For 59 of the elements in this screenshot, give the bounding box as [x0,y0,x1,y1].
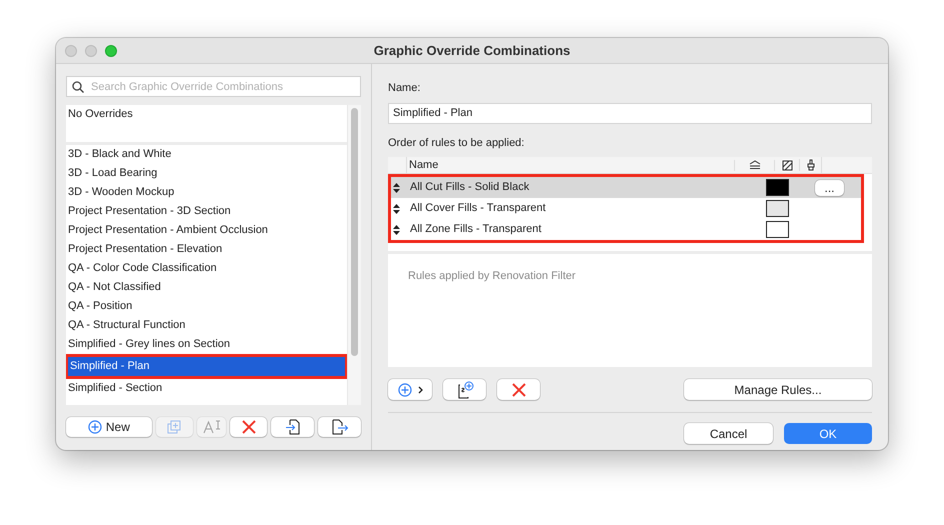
plus-circle-icon [88,420,102,434]
rule-row[interactable]: All Zone Fills - Transparent [391,219,861,240]
list-item[interactable]: QA - Position [66,297,347,316]
list-item[interactable]: No Overrides [66,105,347,124]
new-button[interactable]: New [66,417,152,437]
document-plus-icon [456,380,474,398]
ok-button[interactable]: OK [784,423,872,444]
zoom-button[interactable] [105,44,117,56]
list-item[interactable]: QA - Structural Function [66,316,347,335]
rule-name: All Cut Fills - Solid Black [410,180,530,196]
reorder-icon [393,224,400,234]
scrollbar[interactable] [347,105,361,405]
color-swatch[interactable] [766,221,789,238]
export-file-icon [330,419,349,435]
plus-circle-icon [398,382,412,396]
list-item[interactable]: Project Presentation - Elevation [66,240,347,259]
list-item[interactable]: Project Presentation - 3D Section [66,202,347,221]
import-file-icon [284,419,301,435]
fill-pattern-icon [782,160,792,170]
chevron-right-icon [418,386,422,394]
delete-icon [510,382,526,398]
list-item[interactable]: QA - Not Classified [66,278,347,297]
import-button[interactable] [271,417,314,437]
name-label: Name: [388,81,422,96]
text-cursor-icon [202,420,220,434]
window-title: Graphic Override Combinations [374,42,570,60]
search-field[interactable]: Search Graphic Override Combinations [66,76,361,97]
list-item[interactable]: 3D - Load Bearing [66,164,347,183]
delete-icon [240,419,257,435]
line-weight-icon [748,160,760,170]
rule-name: All Cover Fills - Transparent [410,201,547,216]
add-rule-button[interactable] [388,379,432,400]
list-item[interactable]: Simplified - Section [66,379,347,398]
cancel-button[interactable]: Cancel [684,423,773,444]
delete-rule-button[interactable] [497,379,540,400]
delete-button[interactable] [230,417,268,437]
color-swatch[interactable] [766,179,789,196]
reorder-icon [393,204,400,214]
reorder-icon [393,182,400,192]
list-item[interactable]: Project Presentation - Ambient Occlusion [66,221,347,240]
list-item[interactable]: Simplified - Plan [68,357,345,376]
search-icon [72,81,84,93]
export-button[interactable] [318,417,361,437]
list-item[interactable]: 3D - Wooden Mockup [66,183,347,202]
manage-rules-button[interactable]: Manage Rules... [684,379,872,400]
name-field[interactable]: Simplified - Plan [388,102,872,124]
color-swatch[interactable] [766,200,789,217]
more-button[interactable]: ... [815,180,844,196]
rule-row[interactable]: All Cover Fills - Transparent [391,198,861,219]
renovation-rules-label: Rules applied by Renovation Filter [408,270,576,282]
list-item[interactable]: Simplified - Grey lines on Section [66,335,347,354]
add-renovation-rule-button[interactable] [443,379,486,400]
rule-row[interactable]: All Cut Fills - Solid Black ... [391,177,861,198]
duplicate-icon [167,420,182,434]
rule-name: All Zone Fills - Transparent [410,222,542,238]
rules-label: Order of rules to be applied: [388,136,526,150]
list-item[interactable]: QA - Color Code Classification [66,259,347,278]
brush-icon [806,159,814,171]
list-item[interactable]: 3D - Black and White [66,145,347,164]
